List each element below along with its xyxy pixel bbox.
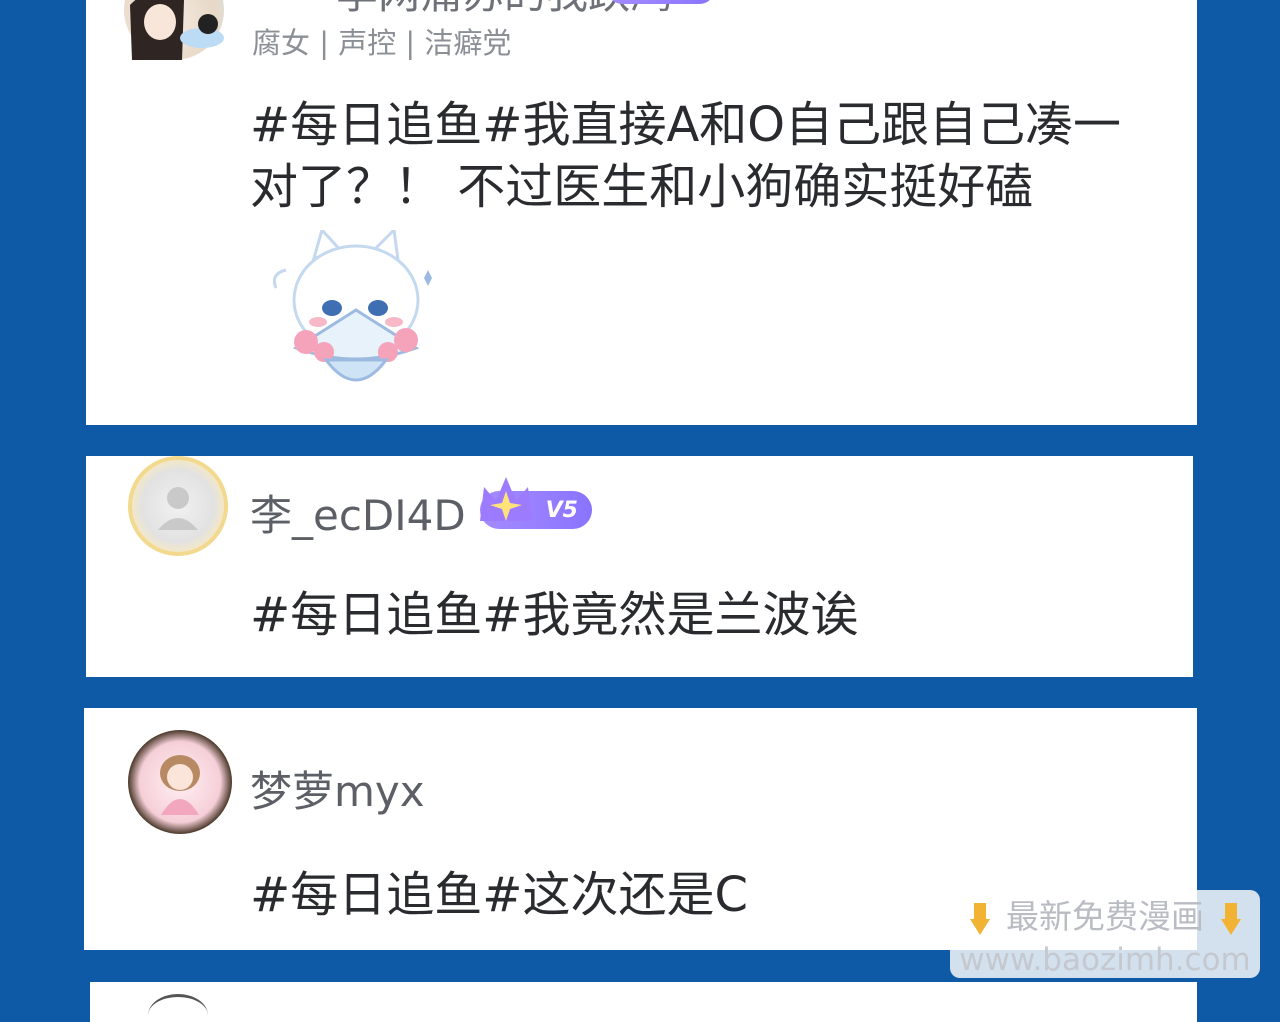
comment-card-1: 李网痛苏的我跃鸿 腐女 | 声控 | 洁癖党 #每日追鱼#我直接A和O自己跟自己… bbox=[86, 0, 1197, 425]
watermark-line-1: 最新免费漫画 bbox=[1006, 897, 1204, 936]
anime-girl-avatar-icon bbox=[130, 0, 224, 60]
username[interactable]: 梦萝myx bbox=[250, 758, 425, 819]
vip-badge: V5 bbox=[480, 477, 592, 529]
watermark: 最新免费漫画 www.baozimh.com bbox=[950, 890, 1260, 978]
avatar[interactable] bbox=[128, 730, 232, 834]
username[interactable]: 李_ecDI4D bbox=[250, 482, 466, 543]
comment-text-line-2: 对了？！ 不过医生和小狗确实挺好磕 bbox=[250, 159, 1034, 215]
avatar[interactable] bbox=[148, 994, 208, 1022]
vip-badge bbox=[608, 0, 714, 4]
watermark-url[interactable]: www.baozimh.com bbox=[959, 942, 1251, 978]
comment-text: #每日追鱼#这次还是C bbox=[250, 867, 748, 923]
comment-card-2: 李_ecDI4D V5 #每日追鱼#我竟然是兰波诶 bbox=[86, 456, 1193, 677]
comment-text: #每日追鱼#我竟然是兰波诶 bbox=[250, 587, 859, 643]
sticker-image[interactable] bbox=[256, 226, 446, 400]
user-tags: 腐女 | 声控 | 洁癖党 bbox=[252, 26, 512, 60]
vip-level-label: V5 bbox=[545, 497, 578, 523]
anime-girl-avatar-icon bbox=[160, 755, 200, 815]
avatar[interactable] bbox=[128, 456, 228, 556]
crying-cat-with-fan-sticker-icon bbox=[272, 226, 432, 382]
watermark-title: 最新免费漫画 bbox=[964, 890, 1247, 938]
pointing-down-hand-icon bbox=[1220, 902, 1241, 935]
comment-text-line-1: #每日追鱼#我直接A和O自己跟自己凑一 bbox=[250, 97, 1122, 153]
comment-card-4 bbox=[90, 982, 1197, 1022]
crown-icon bbox=[480, 477, 532, 521]
default-user-icon bbox=[158, 487, 198, 530]
avatar[interactable] bbox=[124, 0, 224, 60]
pointing-down-hand-icon bbox=[969, 902, 990, 935]
